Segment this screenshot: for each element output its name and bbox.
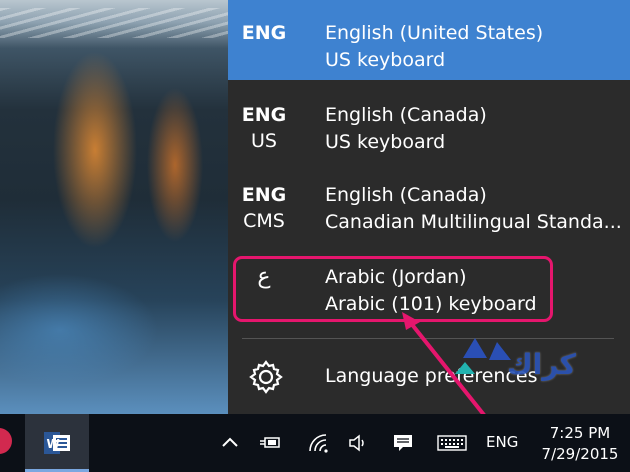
language-code-secondary: US — [251, 130, 277, 152]
language-item-english-canada-us[interactable]: ENG US English (Canada) US keyboard — [228, 88, 630, 168]
word-icon: W — [44, 432, 70, 454]
language-code: ENG CMS — [228, 182, 300, 234]
keyboard-icon[interactable] — [437, 432, 467, 454]
watermark: كراك — [453, 334, 603, 394]
input-language-indicator[interactable]: ENG — [486, 433, 518, 451]
keyboard-name: Canadian Multilingual Standa... — [325, 211, 622, 233]
language-code-primary: ENG — [241, 22, 287, 44]
keyboard-name: US keyboard — [325, 49, 446, 71]
chevron-up-icon[interactable] — [219, 432, 241, 454]
taskbar-word-button[interactable]: W — [25, 414, 89, 472]
language-names: English (Canada) Canadian Multilingual S… — [325, 182, 622, 236]
language-code-primary: ENG — [241, 104, 287, 126]
language-code: ENG — [228, 20, 300, 46]
language-item-english-us[interactable]: ENG English (United States) US keyboard — [228, 0, 630, 80]
taskbar: W ENG 7:25 PM 7/29/2015 — [0, 414, 630, 472]
power-plug-icon[interactable] — [259, 432, 281, 454]
language-name: English (Canada) — [325, 184, 487, 206]
clock[interactable]: 7:25 PM 7/29/2015 — [540, 423, 620, 465]
language-names: English (Canada) US keyboard — [325, 102, 487, 156]
language-names: English (United States) US keyboard — [325, 20, 543, 74]
highlight-box — [233, 256, 553, 322]
keyboard-name: US keyboard — [325, 131, 446, 153]
language-code: ENG US — [228, 102, 300, 154]
language-item-english-canada-cms[interactable]: ENG CMS English (Canada) Canadian Multil… — [228, 168, 630, 248]
language-name: English (Canada) — [325, 104, 487, 126]
wallpaper-wave — [0, 8, 230, 38]
volume-icon[interactable] — [347, 432, 369, 454]
language-code-primary: ENG — [241, 184, 287, 206]
action-center-icon[interactable] — [392, 432, 414, 454]
language-code-secondary: CMS — [243, 210, 285, 232]
clock-date: 7/29/2015 — [541, 445, 619, 463]
clock-time: 7:25 PM — [549, 424, 611, 442]
word-icon-letter: W — [47, 437, 60, 451]
gear-icon — [249, 360, 283, 394]
wifi-icon[interactable] — [307, 432, 329, 454]
taskbar-app-edge[interactable] — [0, 428, 12, 454]
watermark-text: كراك — [507, 348, 576, 381]
language-name: English (United States) — [325, 22, 544, 44]
